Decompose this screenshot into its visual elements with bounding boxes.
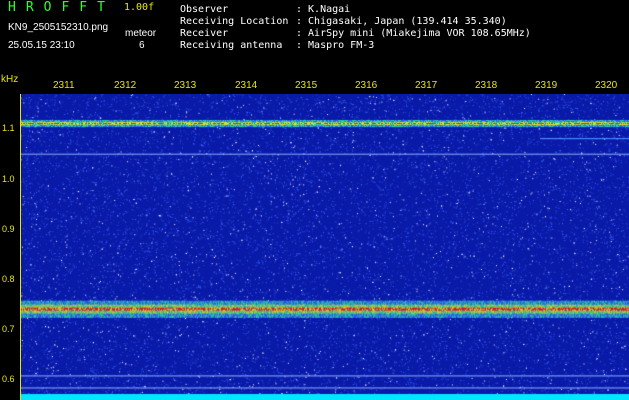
timestamp: 25.05.15 23:10: [8, 40, 75, 51]
x-tick-label: 2320: [595, 80, 618, 91]
observer-label: Observer: [180, 4, 229, 15]
receiver-value: : AirSpy mini (Miakejima VOR 108.65MHz): [296, 28, 531, 39]
x-tick-label: 2319: [535, 80, 558, 91]
x-tick-label: 2312: [114, 80, 137, 91]
x-tick-label: 2315: [295, 80, 318, 91]
y-tick-label: 0.6: [2, 374, 15, 384]
x-tick-label: 2318: [475, 80, 498, 91]
y-tick-label: 0.8: [2, 274, 15, 284]
y-tick-label: 1.1: [2, 123, 15, 133]
meteor-count-label: meteor: [125, 28, 157, 39]
x-tick-label: 2317: [415, 80, 438, 91]
app-version: 1.00f: [124, 2, 155, 13]
x-tick-label: 2314: [235, 80, 258, 91]
antenna-value: : Maspro FM-3: [296, 40, 375, 51]
antenna-label: Receiving antenna: [180, 40, 283, 51]
receiver-label: Receiver: [180, 28, 229, 39]
observer-value: : K.Nagai: [296, 4, 351, 15]
app-title: HROFFT: [8, 0, 115, 15]
location-label: Receiving Location: [180, 16, 289, 27]
meteor-count: 6: [139, 40, 145, 51]
spectrogram-waterfall: [20, 94, 629, 400]
y-tick-label: 1.0: [2, 174, 15, 184]
x-tick-label: 2313: [174, 80, 197, 91]
y-axis-unit: kHz: [1, 74, 19, 85]
x-tick-label: 2311: [53, 80, 75, 91]
y-tick-label: 0.7: [2, 324, 15, 334]
y-axis-line: [20, 94, 21, 400]
x-tick-label: 2316: [355, 80, 378, 91]
location-value: : Chigasaki, Japan (139.414 35.340): [296, 16, 507, 27]
hrofft-window: HROFFT 1.00f KN9_2505152310.png meteor 2…: [0, 0, 629, 400]
file-name: KN9_2505152310.png: [8, 22, 109, 33]
y-tick-label: 0.9: [2, 224, 15, 234]
